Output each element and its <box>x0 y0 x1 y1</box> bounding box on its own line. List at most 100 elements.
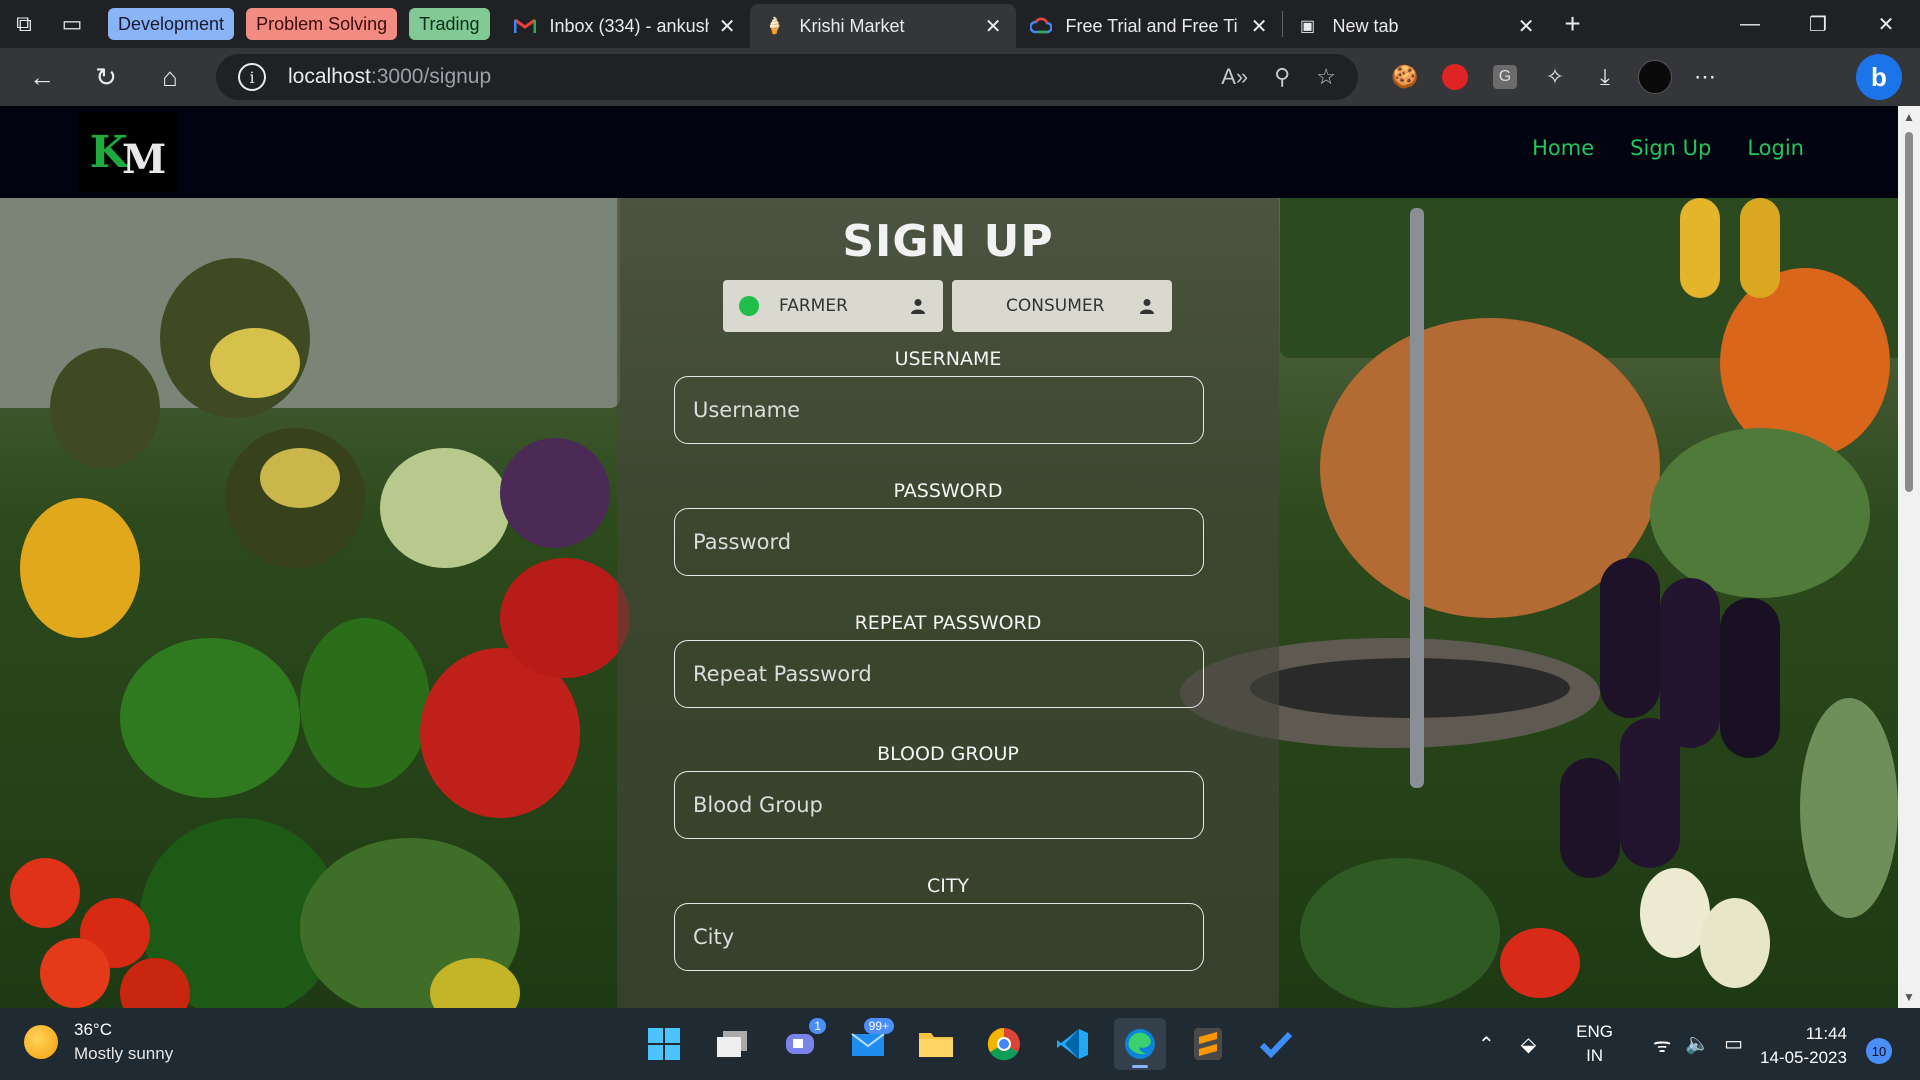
page-scrollbar[interactable]: ▲ ▼ <box>1898 106 1920 1008</box>
tab-title: New tab <box>1332 15 1399 36</box>
nav-home-link[interactable]: Home <box>1532 136 1594 160</box>
password-label: PASSWORD <box>893 480 1003 502</box>
weather-widget[interactable]: 36°C Mostly sunny <box>24 1020 173 1064</box>
minimize-icon[interactable]: — <box>1716 0 1784 48</box>
active-app-indicator <box>1132 1065 1148 1068</box>
role-label: FARMER <box>779 296 848 316</box>
weather-temp: 36°C <box>74 1020 112 1039</box>
windows-taskbar: 36°C Mostly sunny 1 99+ ⌃ ⬙ ENG IN ᯤ 🔈 ▭… <box>0 1008 1920 1080</box>
tab-title: Free Trial and Free Ti <box>1065 15 1238 36</box>
repeat-password-input[interactable] <box>674 640 1204 708</box>
cookie-extension-icon[interactable]: 🍪 <box>1380 48 1430 106</box>
new-tab-plus-icon[interactable]: + <box>1549 0 1597 48</box>
mail-icon[interactable]: 99+ <box>842 1018 894 1070</box>
signup-form-panel: SIGN UP FARMER CONSUMER USERNAME PASSWOR… <box>617 198 1279 1008</box>
krishi-market-logo[interactable]: KM <box>78 112 178 192</box>
reload-icon[interactable]: ↻ <box>74 48 138 106</box>
user-icon <box>909 297 927 315</box>
bing-copilot-icon[interactable]: b <box>1856 54 1902 100</box>
read-aloud-icon[interactable]: A» <box>1221 64 1248 90</box>
workspaces-icon[interactable]: ⧉ <box>0 0 48 48</box>
city-label: CITY <box>926 875 970 897</box>
url-text[interactable]: localhost:3000/signup <box>288 65 491 89</box>
tab-title: Inbox (334) - ankushl <box>549 15 709 36</box>
zoom-icon[interactable]: ⚲ <box>1274 64 1290 90</box>
browser-tab-strip: ⧉ ▭ Development Problem Solving Trading … <box>0 0 1920 48</box>
teams-badge: 1 <box>809 1018 826 1034</box>
google-cloud-icon <box>1029 15 1052 37</box>
mail-badge: 99+ <box>863 1018 894 1034</box>
show-hidden-icons-chevron[interactable]: ⌃ <box>1478 1032 1495 1057</box>
chrome-icon[interactable] <box>978 1018 1030 1070</box>
start-windows-icon[interactable] <box>638 1018 690 1070</box>
browser-toolbar: ← ↻ ⌂ i localhost:3000/signup A» ⚲ ☆ 🍪 G… <box>0 48 1920 106</box>
tab-group-trading[interactable]: Trading <box>409 8 490 40</box>
close-icon[interactable]: ✕ <box>1508 14 1535 39</box>
taskbar-apps: 1 99+ <box>638 1018 1302 1070</box>
file-explorer-icon[interactable] <box>910 1018 962 1070</box>
selected-radio-icon <box>739 296 759 316</box>
tab-krishi-market[interactable]: 🍦 Krishi Market ✕ <box>749 4 1016 48</box>
system-clock[interactable]: 11:44 14-05-2023 <box>1760 1022 1847 1070</box>
nav-login-link[interactable]: Login <box>1747 136 1804 160</box>
nav-signup-link[interactable]: Sign Up <box>1630 136 1711 160</box>
role-consumer-button[interactable]: CONSUMER <box>952 280 1172 332</box>
restore-icon[interactable]: ❐ <box>1784 0 1852 48</box>
close-icon[interactable]: ✕ <box>709 14 736 39</box>
username-label: USERNAME <box>894 348 1002 370</box>
sun-icon <box>24 1025 58 1059</box>
adblock-extension-icon[interactable] <box>1430 48 1480 106</box>
language-indicator[interactable]: ENG IN <box>1576 1020 1613 1068</box>
teams-chat-icon[interactable]: 1 <box>774 1018 826 1070</box>
site-header: KM Home Sign Up Login <box>0 106 1898 198</box>
grammarly-extension-icon[interactable]: G <box>1480 48 1530 106</box>
wifi-icon[interactable]: ᯤ <box>1653 1031 1671 1058</box>
more-menu-icon[interactable]: ⋯ <box>1680 48 1730 106</box>
sublime-text-icon[interactable] <box>1182 1018 1234 1070</box>
tab-actions-icon[interactable]: ▭ <box>48 0 96 48</box>
window-close-icon[interactable]: ✕ <box>1852 0 1920 48</box>
tab-group-problem-solving[interactable]: Problem Solving <box>246 8 398 40</box>
task-view-icon[interactable] <box>706 1018 758 1070</box>
scroll-down-icon[interactable]: ▼ <box>1903 990 1915 1004</box>
page-title: SIGN UP <box>842 216 1054 267</box>
tab-inbox[interactable]: Inbox (334) - ankushl ✕ <box>500 4 750 48</box>
clock-time: 11:44 <box>1805 1024 1847 1043</box>
volume-icon[interactable]: 🔈 <box>1685 1031 1710 1058</box>
extensions-puzzle-icon[interactable]: ✧ <box>1530 48 1580 106</box>
notification-count-badge[interactable]: 10 <box>1866 1038 1892 1064</box>
edge-browser-icon[interactable] <box>1114 1018 1166 1070</box>
scrollbar-thumb[interactable] <box>1905 132 1913 492</box>
downloads-icon[interactable]: ⤓ <box>1580 48 1630 106</box>
site-info-icon[interactable]: i <box>238 63 266 91</box>
todo-icon[interactable] <box>1250 1018 1302 1070</box>
repeat-password-label: REPEAT PASSWORD <box>854 612 1042 634</box>
address-bar[interactable]: i localhost:3000/signup A» ⚲ ☆ <box>216 54 1358 100</box>
vscode-icon[interactable] <box>1046 1018 1098 1070</box>
tab-group-development[interactable]: Development <box>108 8 235 40</box>
city-input[interactable] <box>674 903 1204 971</box>
site-nav: Home Sign Up Login <box>1532 136 1804 160</box>
new-tab-page-icon: ▣ <box>1299 18 1316 35</box>
username-input[interactable] <box>674 376 1204 444</box>
home-icon[interactable]: ⌂ <box>138 48 202 106</box>
user-icon <box>1138 297 1156 315</box>
scroll-up-icon[interactable]: ▲ <box>1903 110 1915 124</box>
system-tray: ⌃ ⬙ ENG IN ᯤ 🔈 ▭ <box>1478 1008 1743 1080</box>
close-icon[interactable]: ✕ <box>1241 14 1268 39</box>
role-farmer-button[interactable]: FARMER <box>723 280 943 332</box>
dropbox-icon[interactable]: ⬙ <box>1521 1032 1536 1057</box>
tab-new-tab[interactable]: ▣ New tab ✕ <box>1283 4 1549 48</box>
page-viewport: KM Home Sign Up Login SIGN UP FARMER CON… <box>0 106 1898 1008</box>
back-icon[interactable]: ← <box>10 48 74 106</box>
profile-avatar-icon[interactable] <box>1630 48 1680 106</box>
close-icon[interactable]: ✕ <box>975 14 1002 39</box>
add-favorite-icon[interactable]: ☆ <box>1316 64 1336 90</box>
tab-favicon-icon: 🍦 <box>764 18 785 35</box>
clock-date: 14-05-2023 <box>1760 1048 1847 1067</box>
password-input[interactable] <box>674 508 1204 576</box>
blood-group-input[interactable] <box>674 771 1204 839</box>
gmail-icon <box>513 15 536 37</box>
tab-free-trial[interactable]: Free Trial and Free Ti ✕ <box>1016 4 1282 48</box>
battery-icon[interactable]: ▭ <box>1724 1031 1743 1058</box>
